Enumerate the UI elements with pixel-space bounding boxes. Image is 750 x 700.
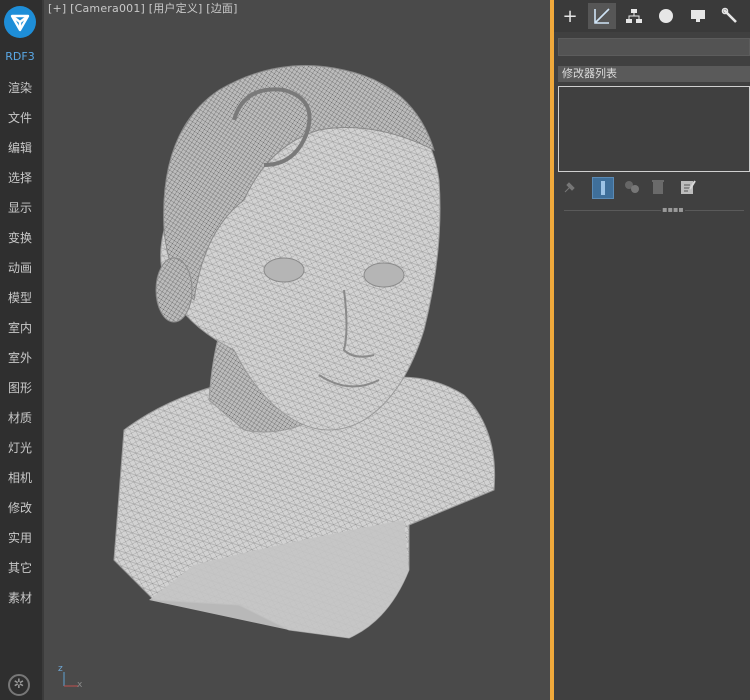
object-name-field[interactable] xyxy=(558,38,750,56)
brand-label: RDF3 xyxy=(5,50,35,63)
axis-label-x: x xyxy=(77,680,83,690)
menu-item-other[interactable]: 其它 xyxy=(0,558,40,578)
menu-item-model[interactable]: 模型 xyxy=(0,288,40,308)
divider-grip-icon[interactable]: ▪▪▪▪ xyxy=(661,206,685,214)
menu-item-display[interactable]: 显示 xyxy=(0,198,40,218)
menu-item-utility[interactable]: 实用 xyxy=(0,528,40,548)
modifier-stack-toolbar xyxy=(554,175,750,199)
command-panel-tabs: + xyxy=(554,0,750,32)
menu-item-transform[interactable]: 变换 xyxy=(0,228,40,248)
configure-modifier-sets-icon[interactable] xyxy=(678,177,698,197)
menu-item-file[interactable]: 文件 xyxy=(0,108,40,128)
menu-item-exterior[interactable]: 室外 xyxy=(0,348,40,368)
camera-viewport[interactable]: [+] [Camera001] [用户定义] [边面] z x xyxy=(44,0,550,700)
create-plus-icon[interactable]: + xyxy=(556,3,584,29)
gear-icon[interactable]: ✲ xyxy=(8,674,30,696)
menu-item-select[interactable]: 选择 xyxy=(0,168,40,188)
menu-item-lights[interactable]: 灯光 xyxy=(0,438,40,458)
make-unique-icon[interactable] xyxy=(622,177,642,197)
modify-icon[interactable] xyxy=(588,3,616,29)
left-sidebar: RDF3 渲染 文件 编辑 选择 显示 变换 动画 模型 室内 室外 图形 材质… xyxy=(0,0,44,700)
axis-label-z: z xyxy=(58,664,63,674)
command-panel: + 修改器列表 ▪▪▪▪ xyxy=(554,0,750,700)
remove-modifier-icon[interactable] xyxy=(648,177,668,197)
menu-item-assets[interactable]: 素材 xyxy=(0,588,40,608)
menu-item-material[interactable]: 材质 xyxy=(0,408,40,428)
menu-item-camera[interactable]: 相机 xyxy=(0,468,40,488)
menu-item-interior[interactable]: 室内 xyxy=(0,318,40,338)
menu-item-render[interactable]: 渲染 xyxy=(0,78,40,98)
utilities-wrench-icon[interactable] xyxy=(716,3,744,29)
menu-item-shapes[interactable]: 图形 xyxy=(0,378,40,398)
menu-item-modify[interactable]: 修改 xyxy=(0,498,40,518)
motion-icon[interactable] xyxy=(652,3,680,29)
modifier-stack-list[interactable] xyxy=(558,86,750,172)
modifier-list-dropdown[interactable]: 修改器列表 xyxy=(558,66,750,82)
rollout-divider xyxy=(564,210,744,211)
show-end-result-icon[interactable] xyxy=(592,177,614,199)
pin-stack-icon[interactable] xyxy=(560,177,580,197)
menu-item-animation[interactable]: 动画 xyxy=(0,258,40,278)
rdf-logo-icon[interactable] xyxy=(4,6,36,38)
menu-item-edit[interactable]: 编辑 xyxy=(0,138,40,158)
display-icon[interactable] xyxy=(684,3,712,29)
bust-wireframe-model[interactable] xyxy=(44,0,550,700)
hierarchy-icon[interactable] xyxy=(620,3,648,29)
